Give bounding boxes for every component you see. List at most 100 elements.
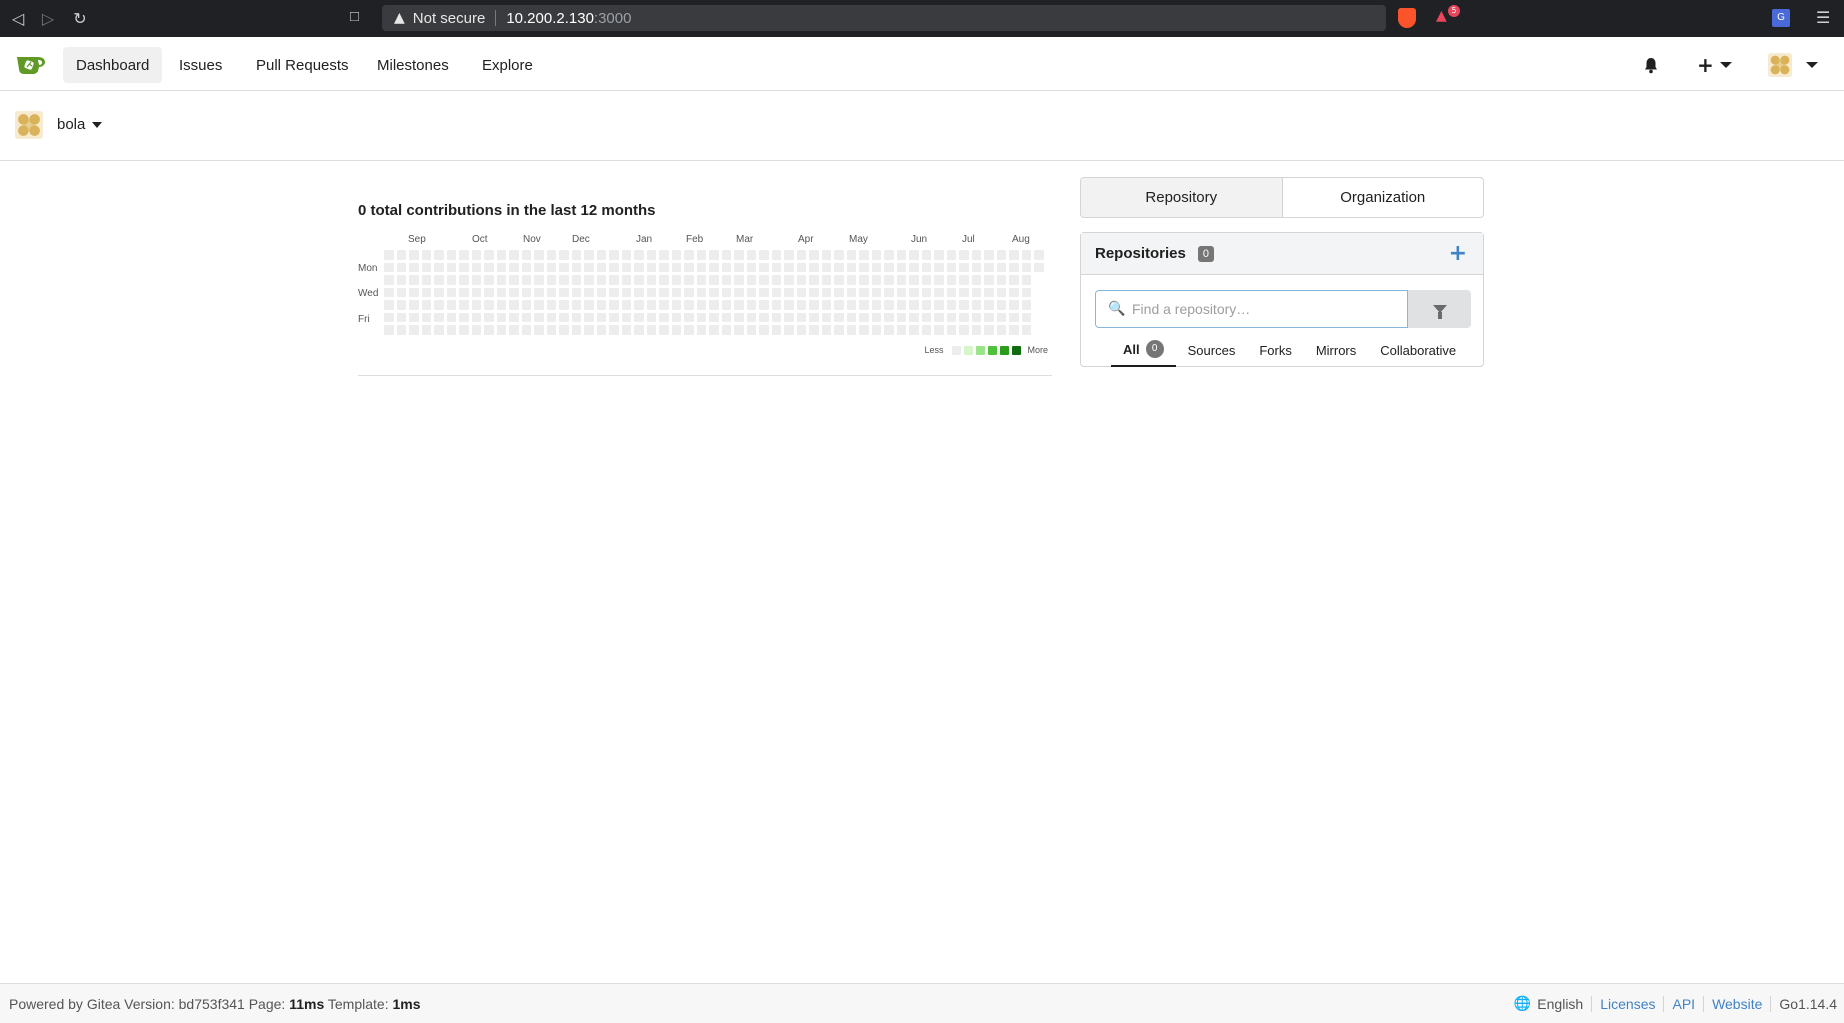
heatmap-cell <box>671 287 681 297</box>
heatmap-cell <box>809 300 819 310</box>
footer-link-licenses[interactable]: Licenses <box>1591 996 1663 1012</box>
address-bar[interactable]: ▲ Not secure 10.200.2.130:3000 <box>382 5 1386 31</box>
heatmap-cell <box>709 300 719 310</box>
nav-issues[interactable]: Issues <box>166 47 235 83</box>
heatmap-cell <box>1009 287 1019 297</box>
heatmap-cell <box>446 287 456 297</box>
brave-shield-icon[interactable] <box>1398 8 1416 28</box>
nav-dashboard[interactable]: Dashboard <box>63 47 163 83</box>
heatmap-cell <box>634 262 644 272</box>
repo-filter-sources[interactable]: Sources <box>1176 333 1248 367</box>
heatmap-cell <box>796 312 806 322</box>
heatmap-cell <box>521 262 531 272</box>
heatmap-cell <box>921 287 931 297</box>
repo-filter-mirrors[interactable]: Mirrors <box>1304 333 1368 367</box>
heatmap-cell <box>996 275 1006 285</box>
heatmap-cell <box>859 275 869 285</box>
heatmap-cell <box>1021 287 1031 297</box>
repositories-header: Repositories 0 + <box>1081 233 1483 275</box>
heatmap-cell <box>546 275 556 285</box>
nav-pull-requests[interactable]: Pull Requests <box>243 47 362 83</box>
forward-icon[interactable]: ▷ <box>38 8 58 28</box>
heatmap-cell <box>559 300 569 310</box>
heatmap-cell <box>709 325 719 335</box>
plus-icon: + <box>1697 53 1714 77</box>
tab-repository[interactable]: Repository <box>1081 178 1283 217</box>
heatmap-cell <box>809 275 819 285</box>
heatmap-cell <box>384 325 394 335</box>
heatmap-cell <box>609 300 619 310</box>
heatmap-cell <box>471 300 481 310</box>
tab-organization[interactable]: Organization <box>1283 178 1484 217</box>
repo-search-input[interactable] <box>1132 293 1402 325</box>
heatmap-cell <box>434 250 444 260</box>
heatmap-cell <box>834 325 844 335</box>
heatmap-cell <box>871 287 881 297</box>
heatmap-cell <box>784 250 794 260</box>
heatmap-cell <box>621 275 631 285</box>
repo-filter-collaborative[interactable]: Collaborative <box>1368 333 1468 367</box>
footer-link-website[interactable]: Website <box>1703 996 1770 1012</box>
heatmap-month: Aug <box>1012 234 1030 245</box>
heatmap-cell <box>759 287 769 297</box>
heatmap-cell <box>896 275 906 285</box>
heatmap-cell <box>696 325 706 335</box>
bookmark-icon[interactable]: □ <box>350 8 359 25</box>
heatmap-cell <box>859 300 869 310</box>
heatmap-cell <box>421 287 431 297</box>
heatmap-cell <box>471 262 481 272</box>
heatmap-cell <box>721 300 731 310</box>
heatmap-cell <box>984 262 994 272</box>
heatmap-cell <box>1021 250 1031 260</box>
heatmap-month: Jul <box>962 234 975 245</box>
heatmap-cell <box>934 287 944 297</box>
heatmap-cell <box>634 275 644 285</box>
reload-icon[interactable]: ↻ <box>70 8 90 28</box>
translate-icon[interactable]: G <box>1772 9 1790 27</box>
heatmap-cell <box>821 325 831 335</box>
create-new-dropdown[interactable]: + <box>1697 47 1732 83</box>
heatmap-cell <box>946 312 956 322</box>
back-icon[interactable]: ◁ <box>8 8 28 28</box>
footer-link-api[interactable]: API <box>1663 996 1703 1012</box>
heatmap-cell <box>784 275 794 285</box>
user-menu-dropdown[interactable] <box>1768 47 1818 83</box>
chevron-down-icon <box>1719 62 1732 68</box>
gitea-logo-icon[interactable] <box>16 53 46 75</box>
chevron-down-icon <box>1806 62 1818 68</box>
heatmap-cell <box>484 275 494 285</box>
heatmap-cell <box>734 300 744 310</box>
heatmap-cell <box>709 275 719 285</box>
heatmap-cell <box>934 262 944 272</box>
nav-milestones[interactable]: Milestones <box>364 47 462 83</box>
heatmap-month: Jun <box>911 234 928 245</box>
heatmap-cell <box>609 287 619 297</box>
heatmap-cell <box>521 300 531 310</box>
notifications-bell-icon[interactable] <box>1643 47 1659 83</box>
brave-rewards-icon[interactable]: ▲ 5 <box>1436 5 1460 28</box>
heatmap-cell <box>896 300 906 310</box>
heatmap-cell <box>596 312 606 322</box>
heatmap-cell <box>384 312 394 322</box>
heatmap-cell <box>821 300 831 310</box>
heatmap-cell <box>921 300 931 310</box>
repo-filter-forks[interactable]: Forks <box>1247 333 1304 367</box>
heatmap-cell <box>534 325 544 335</box>
heatmap-month: Oct <box>472 234 488 245</box>
heatmap-cell <box>909 250 919 260</box>
heatmap-cell <box>571 300 581 310</box>
heatmap-cell <box>909 300 919 310</box>
context-user-switcher[interactable]: bola <box>57 116 103 133</box>
heatmap-cell <box>596 300 606 310</box>
heatmap-cell <box>1009 325 1019 335</box>
repo-filter-all[interactable]: All 0 <box>1111 333 1176 367</box>
heatmap-cell <box>896 287 906 297</box>
heatmap-cell <box>659 275 669 285</box>
filter-button[interactable] <box>1408 290 1471 328</box>
repositories-panel: Repositories 0 + 🔍 All 0 Sources Forks M… <box>1080 232 1484 367</box>
language-selector[interactable]: English <box>1537 996 1591 1012</box>
heatmap-cell <box>446 300 456 310</box>
nav-explore[interactable]: Explore <box>469 47 546 83</box>
add-repository-button[interactable]: + <box>1449 241 1467 266</box>
browser-menu-icon[interactable]: ☰ <box>1816 8 1830 27</box>
